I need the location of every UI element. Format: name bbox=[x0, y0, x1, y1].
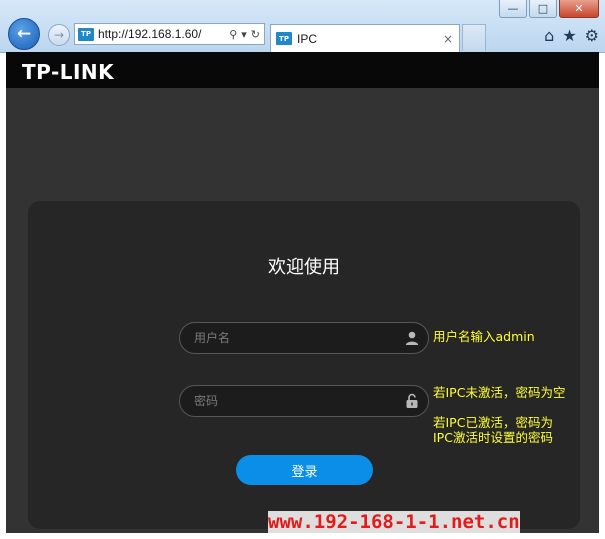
new-tab-button[interactable] bbox=[462, 24, 486, 51]
tp-link-logo: TP-LINK bbox=[22, 60, 115, 84]
browser-tools: ⌂ ★ ⚙ bbox=[544, 26, 599, 45]
forward-button[interactable]: → bbox=[48, 24, 70, 46]
site-watermark: www.192-168-1-1.net.cn bbox=[268, 511, 520, 533]
username-field[interactable] bbox=[179, 322, 429, 354]
address-bar[interactable]: TP http://192.168.1.60/ ⚲ ▾ ↻ bbox=[74, 23, 265, 45]
header-bar: TP-LINK bbox=[6, 52, 599, 88]
lock-icon bbox=[406, 393, 418, 408]
annotation-password-not-activated: 若IPC未激活，密码为空 bbox=[433, 385, 566, 400]
arrow-left-icon: ← bbox=[16, 24, 32, 44]
dropdown-icon[interactable]: ▾ bbox=[241, 28, 247, 41]
annotation-password-activated-line1: 若IPC已激活，密码为 bbox=[433, 415, 553, 430]
tab-title: IPC bbox=[297, 31, 318, 46]
user-icon bbox=[405, 331, 419, 345]
close-window-button[interactable]: ✕ bbox=[559, 0, 599, 18]
login-card: 欢迎使用 登录 bbox=[28, 201, 580, 529]
password-input[interactable] bbox=[194, 386, 394, 416]
url-text[interactable]: http://192.168.1.60/ bbox=[98, 27, 201, 41]
tab-ipc[interactable]: TP IPC × bbox=[270, 24, 460, 52]
username-input[interactable] bbox=[194, 323, 394, 353]
site-favicon-icon: TP bbox=[78, 27, 94, 41]
tab-close-icon[interactable]: × bbox=[443, 32, 453, 46]
minimize-button[interactable]: — bbox=[499, 0, 527, 18]
welcome-title: 欢迎使用 bbox=[268, 257, 340, 278]
search-icon[interactable]: ⚲ bbox=[229, 28, 237, 41]
maximize-button[interactable]: □ bbox=[529, 0, 557, 18]
address-actions: ⚲ ▾ ↻ bbox=[229, 28, 264, 41]
back-button[interactable]: ← bbox=[8, 18, 40, 50]
home-icon[interactable]: ⌂ bbox=[544, 26, 554, 45]
annotation-password-activated-line2: IPC激活时设置的密码 bbox=[433, 430, 553, 445]
browser-chrome: — □ ✕ ← → TP http://192.168.1.60/ ⚲ ▾ ↻ … bbox=[0, 0, 605, 53]
annotation-username: 用户名输入admin bbox=[433, 329, 535, 344]
tab-favicon-icon: TP bbox=[276, 32, 292, 45]
login-button[interactable]: 登录 bbox=[236, 455, 373, 485]
web-page: TP-LINK 欢迎使用 登录 bbox=[6, 52, 599, 533]
refresh-icon[interactable]: ↻ bbox=[251, 28, 260, 41]
window-controls: — □ ✕ bbox=[499, 0, 599, 18]
arrow-right-icon: → bbox=[53, 28, 65, 42]
favorites-star-icon[interactable]: ★ bbox=[562, 26, 576, 45]
settings-gear-icon[interactable]: ⚙ bbox=[585, 26, 599, 45]
password-field[interactable] bbox=[179, 385, 429, 417]
